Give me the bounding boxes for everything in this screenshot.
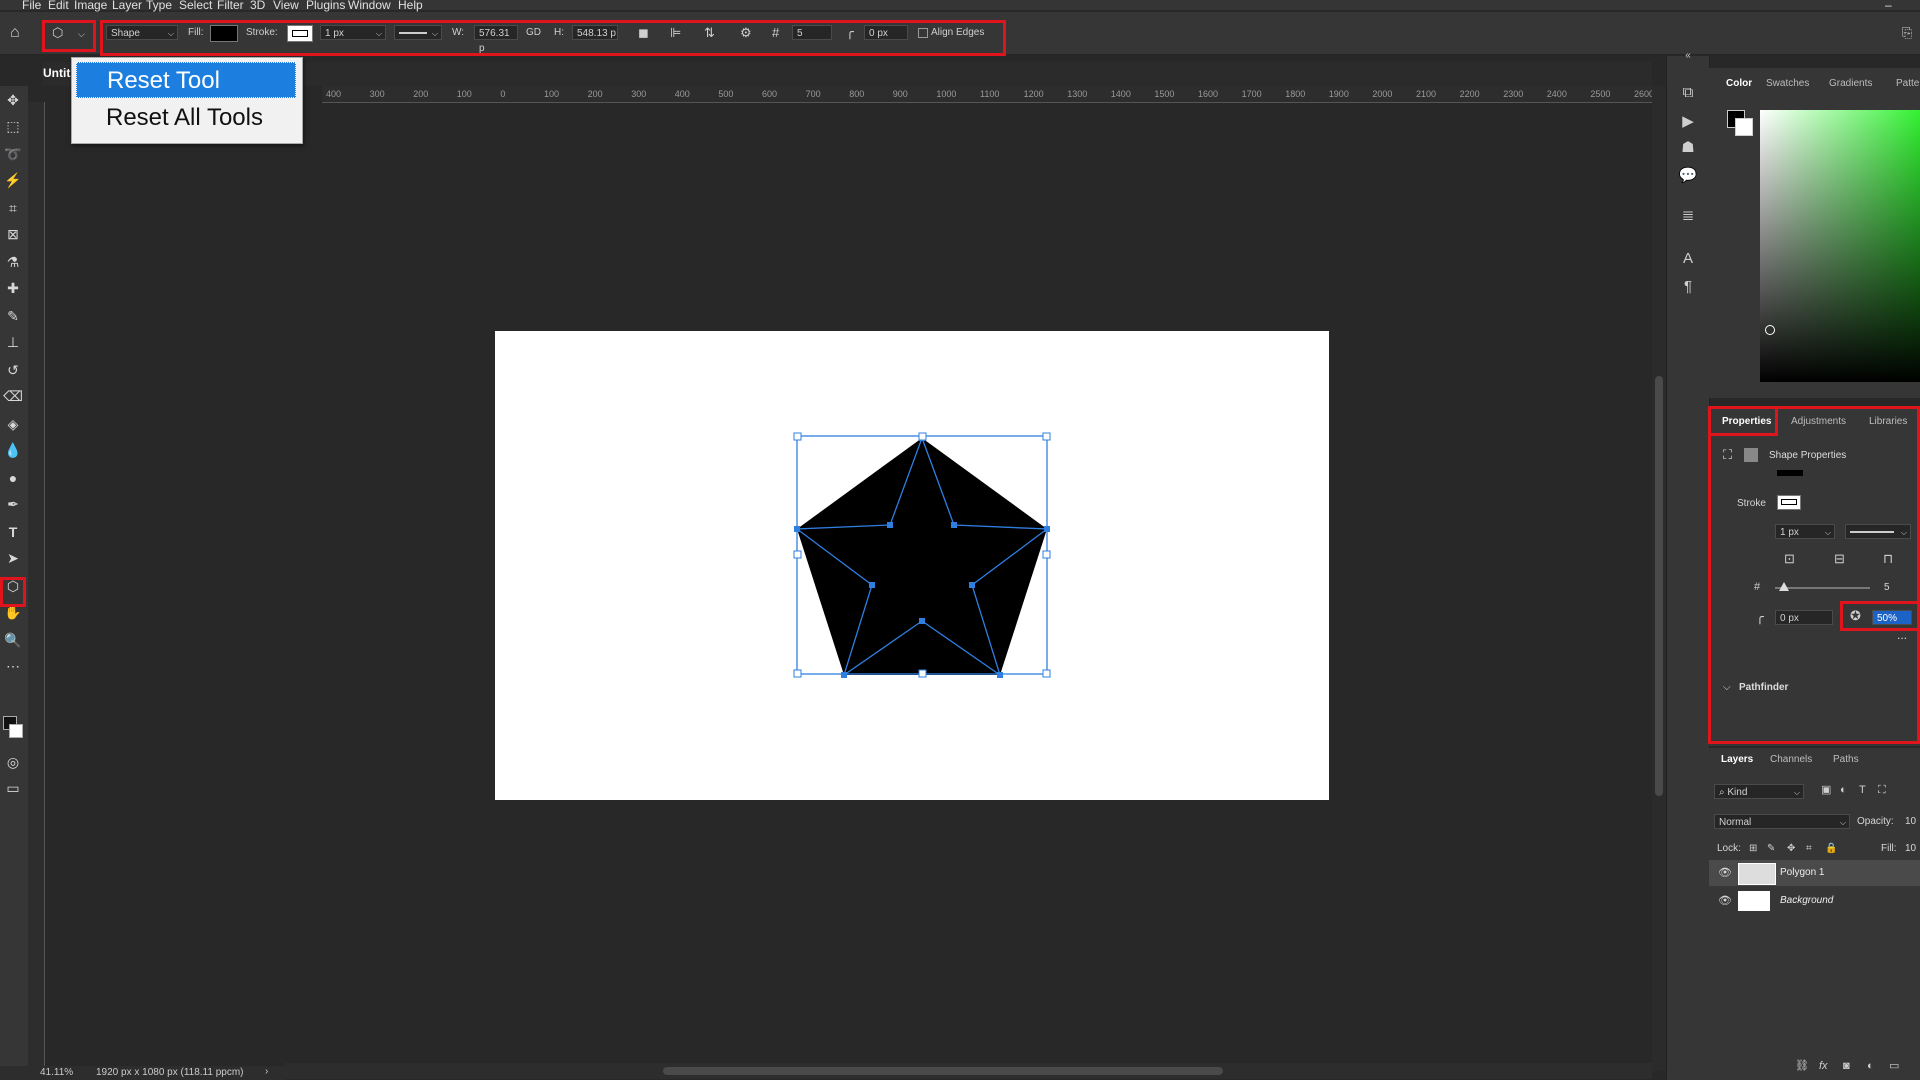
adjustment-layer-icon[interactable]: ◐ [1867, 1060, 1874, 1073]
tab-adjustments[interactable]: Adjustments [1791, 416, 1846, 427]
corner-radius-field[interactable]: 0 px [1775, 610, 1833, 625]
document-info: 1920 px x 1080 px (118.11 ppcm) [96, 1067, 244, 1078]
stroke-swatch[interactable] [1777, 495, 1801, 510]
horizontal-scrollbar[interactable] [285, 1063, 1652, 1079]
corner-radius-icon: ╭ [1756, 609, 1764, 624]
blend-mode-select[interactable]: Normal ⌵ [1714, 814, 1850, 829]
stroke-type-select[interactable]: ⌵ [1845, 524, 1911, 539]
history-icon[interactable]: ⧉ [1677, 84, 1699, 101]
opacity-label: Opacity: [1857, 816, 1894, 827]
tab-layers[interactable]: Layers [1721, 754, 1753, 765]
number-of-sides-icon: # [1754, 581, 1761, 593]
collapse-icon[interactable]: « [1677, 50, 1699, 61]
vertical-scroll-thumb[interactable] [1655, 376, 1663, 796]
lock-label: Lock: [1717, 843, 1741, 854]
collapsed-panel-dock: « ⧉ ▶ ☗ 💬 ≣ A ¶ [1666, 50, 1710, 1080]
layer-thumbnail [1738, 863, 1776, 885]
character-icon[interactable]: A [1677, 250, 1699, 267]
tab-color[interactable]: Color [1726, 78, 1752, 89]
stroke-corners-icon[interactable]: ⊓ [1883, 552, 1893, 565]
shape-mask-icon [1744, 448, 1758, 462]
vertical-scrollbar[interactable] [1652, 86, 1666, 1071]
horizontal-scroll-thumb[interactable] [663, 1067, 1223, 1075]
tab-paths[interactable]: Paths [1833, 754, 1859, 765]
tab-libraries[interactable]: Libraries [1869, 416, 1907, 427]
lock-all-icon[interactable]: 🔒 [1825, 842, 1837, 855]
link-layers-icon[interactable]: ⛓ [1795, 1060, 1809, 1073]
star-ratio-field[interactable]: 50% [1872, 610, 1912, 625]
filter-pixel-icon[interactable]: ▣ [1821, 784, 1831, 797]
tab-gradients[interactable]: Gradients [1829, 78, 1872, 89]
layer-name[interactable]: Polygon 1 [1780, 867, 1824, 878]
sides-value[interactable]: 5 [1884, 582, 1890, 593]
tool-preset-menu: Reset Tool Reset All Tools [71, 57, 303, 144]
layer-thumbnail [1738, 891, 1770, 911]
tab-properties[interactable]: Properties [1722, 416, 1771, 427]
tab-channels[interactable]: Channels [1770, 754, 1812, 765]
filter-shape-icon[interactable]: ⛶ [1878, 784, 1886, 797]
opacity-value[interactable]: 10 [1905, 816, 1916, 827]
layer-row-polygon[interactable]: 👁 Polygon 1 [1709, 860, 1920, 886]
add-mask-icon[interactable]: ◙ [1843, 1060, 1850, 1073]
lock-transparent-icon[interactable]: ⊞ [1749, 842, 1757, 855]
stroke-label: Stroke [1737, 498, 1766, 509]
properties-panel: Properties Adjustments Libraries ⛶ Shape… [1709, 406, 1920, 746]
fill-swatch-partial[interactable] [1777, 470, 1803, 476]
stroke-align-icon[interactable]: ⊡ [1784, 552, 1795, 565]
filter-adjustment-icon[interactable]: ◐ [1840, 784, 1847, 797]
lock-position-icon[interactable]: ✥ [1787, 842, 1795, 855]
star-shape-layer[interactable] [0, 0, 1920, 1080]
background-color-chip[interactable] [1735, 118, 1753, 136]
pathfinder-section[interactable]: Pathfinder [1739, 682, 1788, 693]
new-group-icon[interactable]: ▭ [1889, 1060, 1899, 1073]
fx-icon[interactable]: fx [1819, 1060, 1828, 1073]
reset-all-tools-menu-item[interactable]: Reset All Tools [76, 100, 296, 136]
sides-slider-track[interactable] [1775, 587, 1870, 589]
chevron-right-icon[interactable]: › [265, 1066, 268, 1077]
shape-properties-title: Shape Properties [1769, 450, 1847, 461]
layers-panel: Layers Channels Paths ⌕ Kind ⌵ ▣ ◐ T ⛶ No… [1709, 748, 1920, 1080]
layer-filter-select[interactable]: ⌕ Kind ⌵ [1714, 784, 1804, 799]
tab-swatches[interactable]: Swatches [1766, 78, 1809, 89]
fill-value[interactable]: 10 [1905, 843, 1916, 854]
live-shape-icon: ⛶ [1723, 447, 1733, 462]
sides-slider-handle[interactable] [1779, 582, 1789, 591]
tab-patterns[interactable]: Patte [1896, 78, 1919, 89]
status-bar: 41.11% 1920 px x 1080 px (118.11 ppcm) › [0, 1066, 285, 1080]
stroke-caps-icon[interactable]: ⊟ [1834, 552, 1845, 565]
stroke-width-field[interactable]: 1 px ⌵ [1775, 524, 1835, 539]
lock-artboard-icon[interactable]: ⌗ [1806, 842, 1812, 855]
layer-row-background[interactable]: 👁 Background [1709, 888, 1920, 914]
color-picker-field[interactable] [1760, 110, 1920, 382]
layer-name[interactable]: Background [1780, 895, 1833, 906]
fill-label: Fill: [1881, 843, 1897, 854]
reset-tool-menu-item[interactable]: Reset Tool [76, 62, 296, 98]
filter-type-icon[interactable]: T [1859, 784, 1866, 797]
comments-icon[interactable]: 💬 [1677, 166, 1699, 184]
lock-image-icon[interactable]: ✎ [1767, 842, 1775, 855]
actions-play-icon[interactable]: ▶ [1677, 112, 1699, 130]
eye-icon[interactable]: 👁 [1718, 894, 1732, 907]
color-picker-cursor[interactable] [1765, 325, 1775, 335]
eye-icon[interactable]: 👁 [1718, 866, 1732, 879]
tool-presets-icon[interactable]: ☗ [1677, 138, 1699, 156]
more-options-icon[interactable]: ... [1897, 628, 1907, 642]
paragraph-icon[interactable]: ¶ [1677, 278, 1699, 295]
star-ratio-icon: ✪ [1850, 608, 1861, 623]
brushes-icon[interactable]: ≣ [1677, 206, 1699, 224]
zoom-level[interactable]: 41.11% [40, 1067, 73, 1078]
chevron-down-icon[interactable]: ⌵ [1723, 682, 1731, 693]
